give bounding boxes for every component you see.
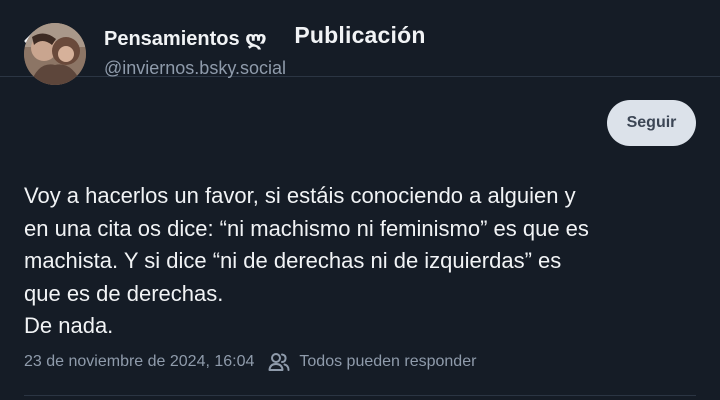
reply-setting-button[interactable]: Todos pueden responder: [268, 352, 476, 372]
post-line: en una cita os dice: “ni machismo ni fem…: [24, 215, 589, 241]
post-line: De nada.: [24, 313, 114, 338]
divider: [24, 395, 696, 396]
post-line: Voy a hacerlos un favor, si estáis conoc…: [24, 183, 576, 208]
author-info[interactable]: Pensamientos ლ @inviernos.bsky.social: [104, 26, 286, 81]
post-line: machista. Y si dice “ni de derechas ni d…: [24, 248, 562, 273]
post-timestamp: 23 de noviembre de 2024, 16:04: [24, 353, 255, 370]
page-title: Publicación: [294, 21, 426, 48]
avatar[interactable]: [24, 23, 86, 85]
post-line: que es de derechas.: [24, 280, 224, 306]
author-display-name[interactable]: Pensamientos ლ: [104, 26, 286, 52]
avatar-photo: [24, 23, 86, 85]
reply-setting-label: Todos pueden responder: [299, 353, 477, 370]
people-icon: [268, 353, 290, 371]
post-text: Voy a hacerlos un favor, si estáis conoc…: [24, 180, 696, 343]
author-handle[interactable]: @inviernos.bsky.social: [104, 55, 286, 81]
post-meta: 23 de noviembre de 2024, 16:04 Todos pue…: [24, 352, 476, 372]
follow-button[interactable]: Seguir: [607, 100, 696, 146]
app-root: Publicación Pensamientos ლ @inviernos.bs…: [0, 0, 720, 400]
